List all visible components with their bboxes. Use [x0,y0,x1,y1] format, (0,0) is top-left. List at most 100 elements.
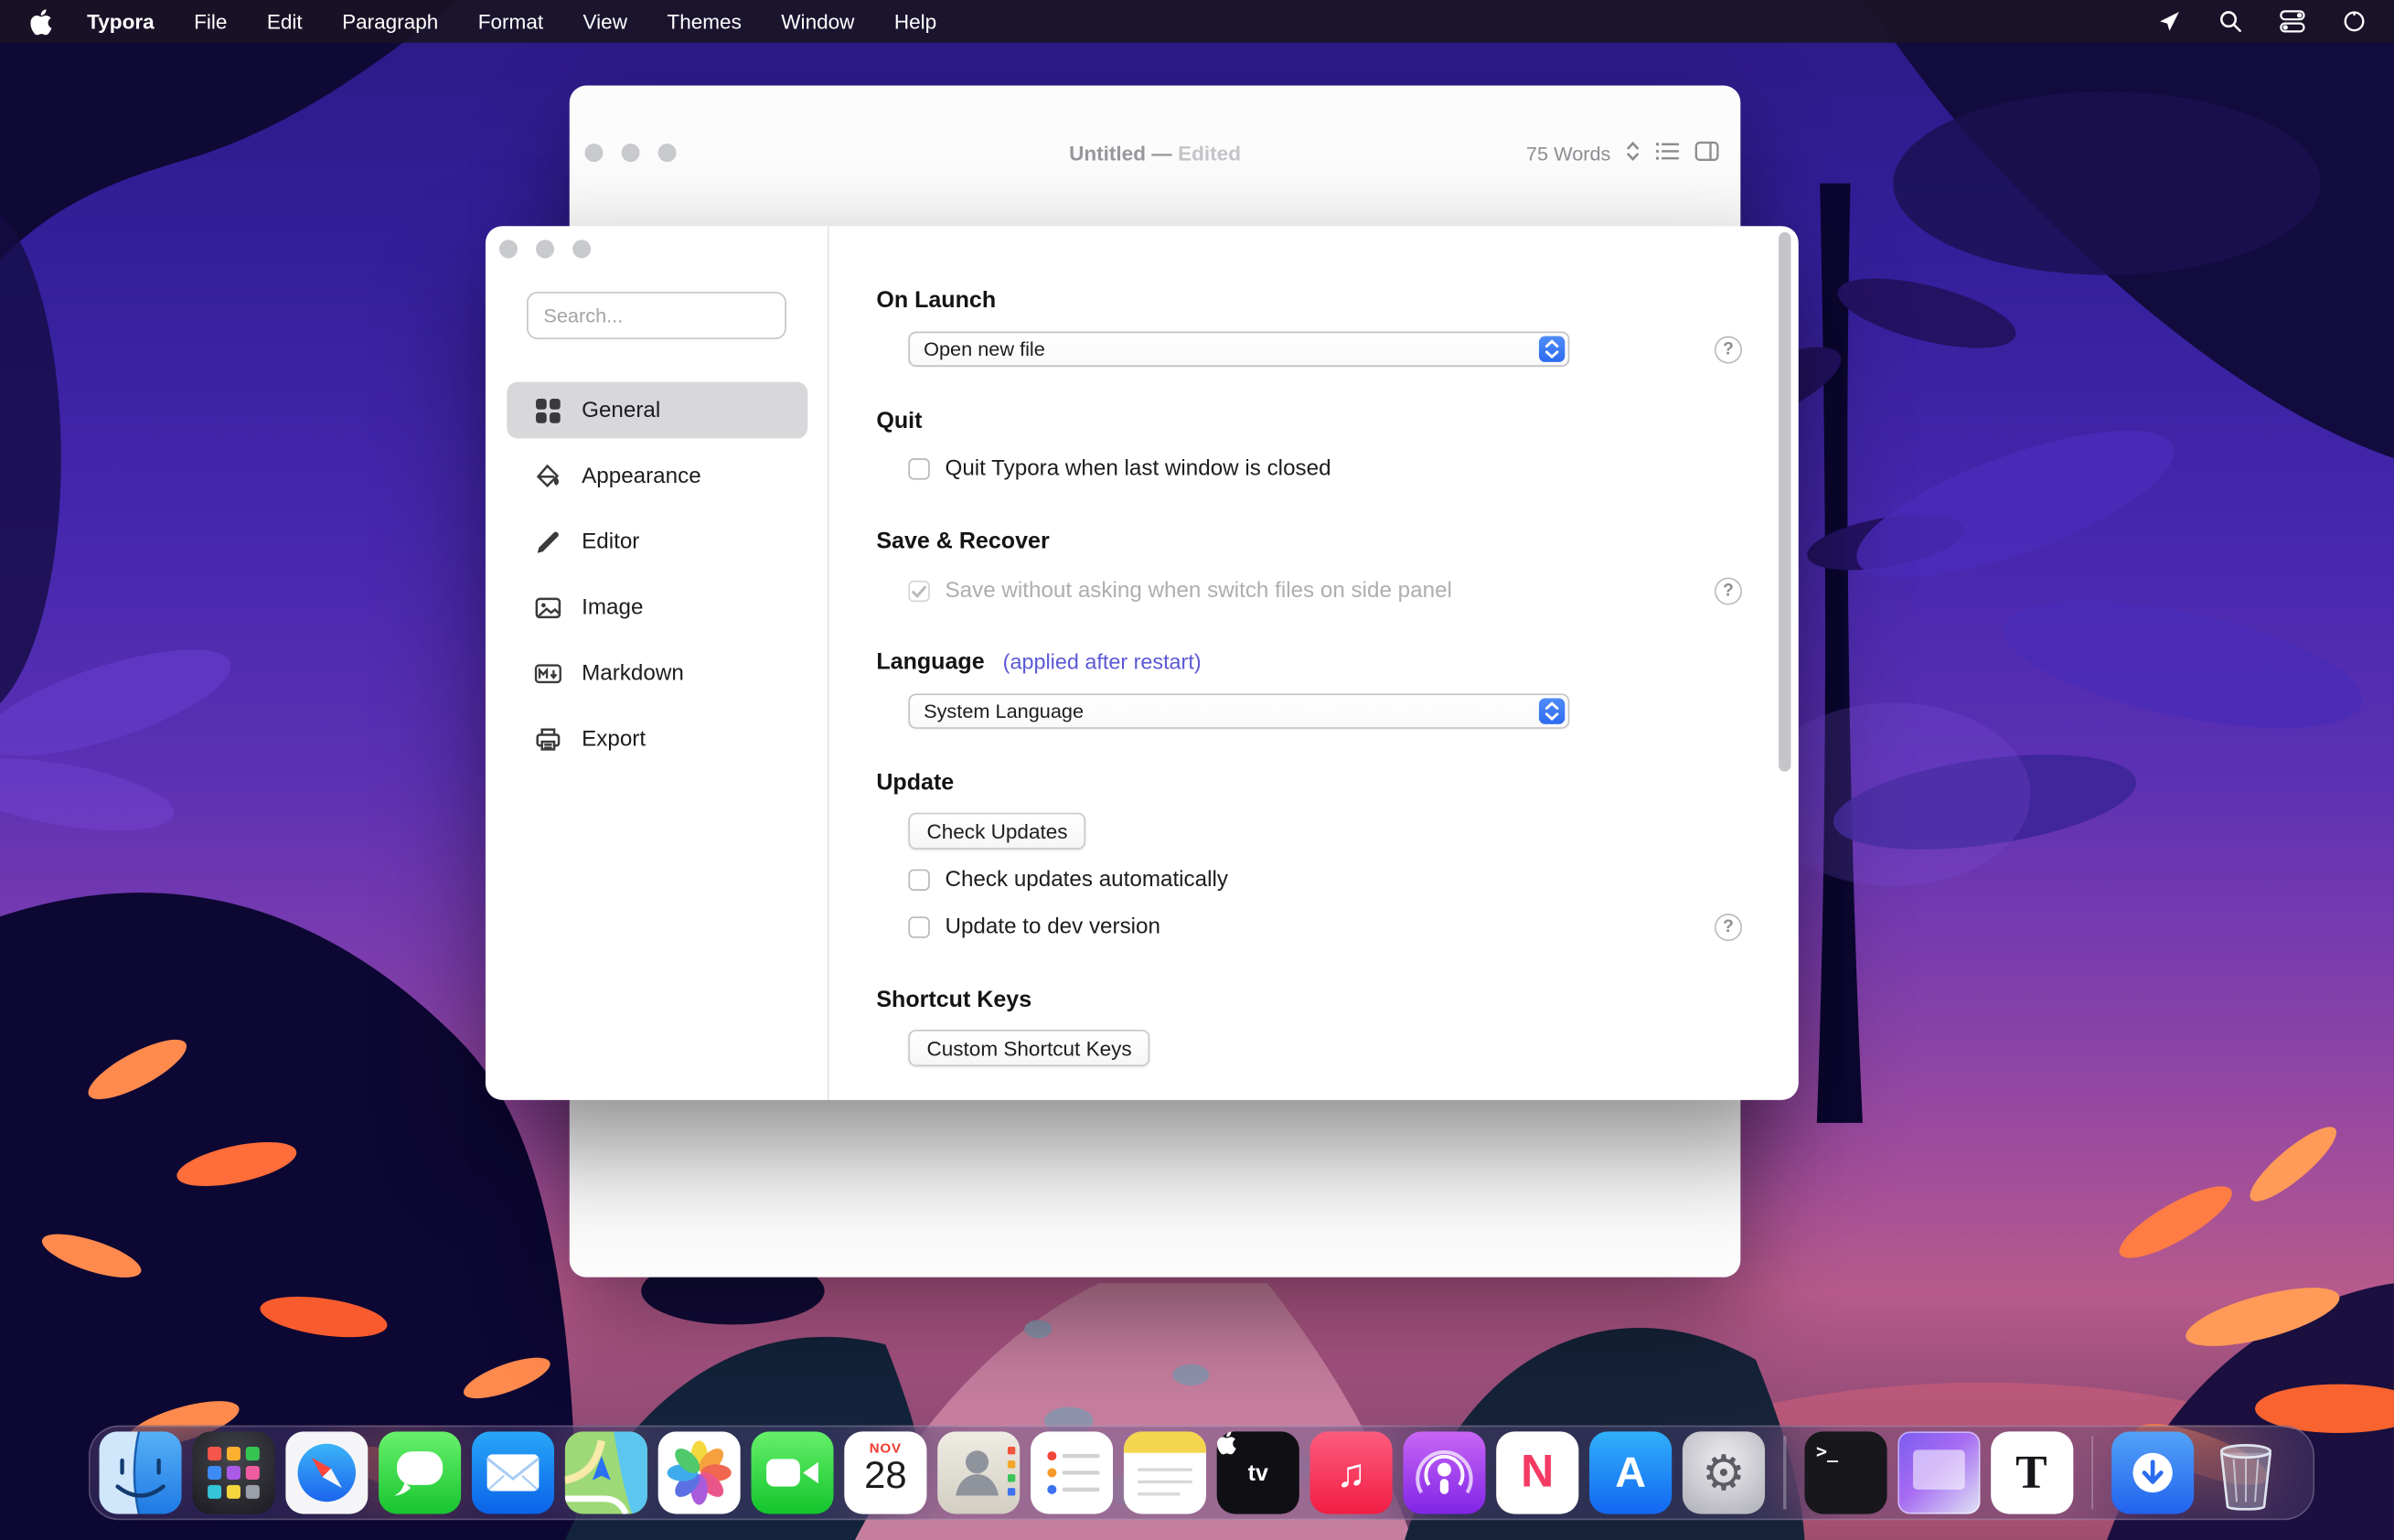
on-launch-select[interactable]: Open new file [908,332,1569,367]
word-count-stepper-icon[interactable] [1626,141,1640,166]
podcasts-icon[interactable] [1403,1431,1485,1513]
sidebar-item-export[interactable]: Export [507,711,807,767]
news-letter: N [1496,1431,1578,1513]
shortcut-keys-heading: Shortcut Keys [876,987,1031,1012]
sidebar-item-label: Export [582,726,646,751]
on-launch-select-value: Open new file [924,337,1045,360]
dev-version-checkbox-row: Update to dev version [908,915,1160,940]
calendar-icon[interactable]: NOV 28 [844,1431,926,1513]
trash-icon[interactable] [2205,1431,2287,1513]
quit-heading: Quit [876,408,922,433]
screenshot-window-preview [1912,1449,1964,1489]
search-icon[interactable] [2218,9,2243,34]
control-center-icon[interactable] [2280,9,2305,34]
auto-update-checkbox-label: Check updates automatically [945,868,1228,893]
language-select[interactable]: System Language [908,693,1569,728]
finder-icon[interactable] [100,1431,182,1513]
calendar-day: 28 [844,1454,926,1498]
typora-icon[interactable]: T [1990,1431,2072,1513]
menu-item-view[interactable]: View [563,10,647,33]
dock-separator [2091,1436,2094,1509]
markdown-icon [534,659,561,687]
tv-label: tv [1248,1460,1268,1485]
export-printer-icon [534,725,561,753]
dev-version-checkbox[interactable] [908,916,929,937]
custom-shortcut-keys-button[interactable]: Custom Shortcut Keys [908,1030,1149,1066]
menu-item-help[interactable]: Help [874,10,957,33]
messages-icon[interactable] [379,1431,461,1513]
contacts-icon[interactable] [937,1431,1020,1513]
cursor-icon[interactable] [2157,9,2182,34]
safari-icon[interactable] [285,1431,368,1513]
news-icon[interactable]: N [1496,1431,1578,1513]
word-count[interactable]: 75 Words [1526,142,1611,165]
maps-icon[interactable] [565,1431,647,1513]
sidebar-item-appearance[interactable]: Appearance [507,447,807,504]
save-recover-checkbox[interactable] [908,581,929,602]
photos-icon[interactable] [658,1431,741,1513]
preferences-nav: General Appearance Editor Image Markdown [507,382,807,767]
typora-preferences-window: General Appearance Editor Image Markdown [486,226,1799,1100]
menu-bar-status-area [2157,9,2394,34]
dev-version-checkbox-label: Update to dev version [945,915,1160,940]
sidebar-item-editor[interactable]: Editor [507,513,807,570]
quit-checkbox-row: Quit Typora when last window is closed [908,457,1331,482]
sidebar-toggle-icon[interactable] [1694,141,1719,166]
tv-icon[interactable]: tv [1217,1431,1299,1513]
dev-version-help-icon[interactable]: ? [1715,914,1742,941]
facetime-icon[interactable] [751,1431,833,1513]
save-recover-heading: Save & Recover [876,529,1049,554]
save-recover-checkbox-label: Save without asking when switch files on… [945,579,1451,604]
screenshot-thumbnail[interactable] [1897,1431,1979,1513]
save-recover-help-icon[interactable]: ? [1715,577,1742,604]
downloads-icon[interactable] [2111,1431,2194,1513]
sidebar-item-label: General [582,398,660,422]
mail-icon[interactable] [472,1431,554,1513]
sidebar-item-label: Appearance [582,464,701,488]
sidebar-item-image[interactable]: Image [507,579,807,636]
desktop: Typora File Edit Paragraph Format View T… [0,0,2394,1540]
apple-menu-icon[interactable] [0,8,67,34]
menu-item-typora[interactable]: Typora [67,10,174,33]
auto-update-checkbox-row: Check updates automatically [908,868,1228,893]
system-settings-icon[interactable]: ⚙ [1683,1431,1765,1513]
menu-item-paragraph[interactable]: Paragraph [322,10,458,33]
outline-list-icon[interactable] [1655,141,1680,166]
dock: NOV 28 tv ♫ N A ⚙ [89,1426,2314,1521]
menu-item-window[interactable]: Window [762,10,875,33]
launchpad-icon[interactable] [192,1431,274,1513]
appearance-bucket-icon [534,462,561,489]
menu-item-themes[interactable]: Themes [647,10,762,33]
check-updates-button[interactable]: Check Updates [908,813,1085,850]
quit-checkbox[interactable] [908,458,929,479]
search-input[interactable] [527,292,786,339]
menu-item-format[interactable]: Format [458,10,563,33]
settings-scrollbar[interactable] [1779,232,1790,772]
auto-update-checkbox[interactable] [908,870,929,891]
terminal-icon[interactable]: >_ [1804,1431,1886,1513]
sidebar-item-label: Image [582,595,643,620]
gear-glyph: ⚙ [1683,1431,1765,1513]
notes-icon[interactable] [1124,1431,1206,1513]
app-store-icon[interactable]: A [1589,1431,1672,1513]
siri-icon[interactable] [2342,9,2367,34]
reminders-icon[interactable] [1031,1431,1113,1513]
language-restart-note: (applied after restart) [1003,649,1202,674]
sidebar-item-markdown[interactable]: Markdown [507,645,807,701]
general-grid-icon [534,397,561,424]
dock-separator [1783,1436,1786,1509]
language-heading: Language [876,649,984,675]
menu-item-file[interactable]: File [174,10,247,33]
music-note-glyph: ♫ [1310,1431,1393,1513]
sidebar-item-general[interactable]: General [507,382,807,439]
edited-label: Edited [1178,142,1241,165]
menu-bar: Typora File Edit Paragraph Format View T… [0,0,2394,43]
editor-pencil-icon [534,528,561,555]
sidebar-item-label: Markdown [582,661,684,686]
preferences-sidebar: General Appearance Editor Image Markdown [486,226,829,1100]
on-launch-help-icon[interactable]: ? [1715,337,1742,364]
select-stepper-icon [1539,698,1565,723]
title-separator: — [1151,142,1172,165]
music-icon[interactable]: ♫ [1310,1431,1393,1513]
menu-item-edit[interactable]: Edit [247,10,322,33]
